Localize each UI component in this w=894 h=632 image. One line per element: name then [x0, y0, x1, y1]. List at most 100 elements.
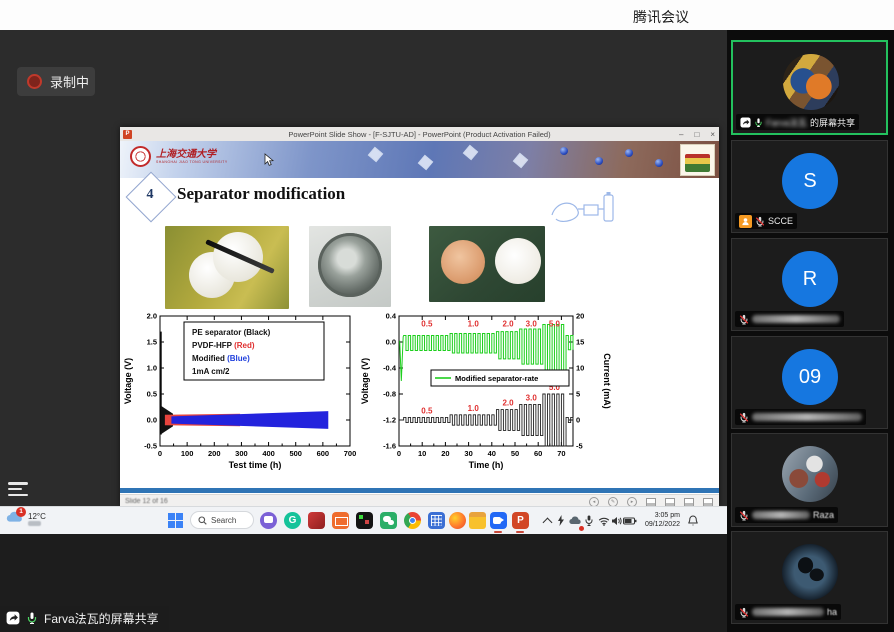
microphone-tray-icon[interactable] [585, 507, 593, 534]
participant-tile[interactable]: S SCCE [731, 140, 888, 233]
microphone-muted-icon [739, 510, 749, 521]
svg-text:3.0: 3.0 [526, 319, 538, 328]
clock[interactable]: 3:05 pm 09/12/2022 [636, 512, 680, 529]
lab-logo [680, 144, 715, 176]
svg-text:5.0: 5.0 [549, 319, 561, 328]
svg-text:15: 15 [576, 338, 584, 347]
participant-label: ha [735, 604, 841, 620]
chat-app-icon[interactable] [260, 512, 277, 529]
avatar: 09 [782, 349, 838, 405]
restore-button[interactable]: □ [694, 130, 699, 139]
origin-app-icon[interactable] [332, 512, 349, 529]
participant-name: Raza [813, 510, 834, 520]
start-button[interactable] [168, 513, 183, 528]
svg-text:Modified separator-rate: Modified separator-rate [455, 374, 538, 383]
wifi-icon[interactable] [598, 507, 610, 534]
participant-tile[interactable]: 09 [731, 336, 888, 429]
microphone-muted-icon [739, 412, 749, 423]
svg-text:3.0: 3.0 [526, 393, 538, 402]
grid-app-icon[interactable] [428, 512, 445, 529]
svg-text:0.5: 0.5 [421, 406, 433, 415]
tencent-meeting-window: 腾讯会议 录制中 P PowerPoint Slide Show - [F-SJ… [0, 0, 894, 632]
firefox-icon[interactable] [449, 512, 466, 529]
powerpoint-taskbar-icon[interactable]: P [512, 512, 529, 529]
onedrive-sync-icon[interactable] [569, 507, 582, 534]
svg-text:1.5: 1.5 [147, 338, 157, 347]
powerpoint-window[interactable]: P PowerPoint Slide Show - [F-SJTU-AD] - … [120, 127, 719, 507]
windows-taskbar: 1 12°C Search G [0, 506, 727, 534]
ppt-titlebar[interactable]: P PowerPoint Slide Show - [F-SJTU-AD] - … [120, 127, 719, 141]
participant-tile[interactable]: R [731, 238, 888, 331]
participant-label: Farva法瓦 的屏幕共享 [736, 114, 859, 130]
avatar: S [782, 153, 838, 209]
grammarly-icon[interactable]: G [284, 512, 301, 529]
section-number-shape: 4 [128, 174, 172, 218]
photo-separator-tweezers [165, 226, 289, 309]
tencent-meeting-icon[interactable] [490, 512, 507, 529]
menu-icon[interactable] [8, 482, 28, 496]
svg-text:0.5: 0.5 [147, 390, 157, 399]
participant-name-redacted: Farva法瓦 [766, 116, 807, 129]
svg-text:-0.8: -0.8 [383, 390, 396, 399]
participant-label: Raza [735, 507, 838, 523]
avatar [782, 544, 838, 600]
avatar [782, 446, 838, 502]
participant-tile-sharer[interactable]: Farva法瓦 的屏幕共享 [731, 40, 888, 135]
notification-bell-icon[interactable] [688, 507, 698, 534]
sharer-name: Farva法瓦的屏幕共享 [44, 610, 159, 627]
chrome-icon[interactable] [404, 512, 421, 529]
screen-share-banner: Farva法瓦的屏幕共享 [0, 606, 169, 630]
photo-coated-disc [309, 226, 391, 307]
section-number: 4 [128, 187, 172, 203]
participant-tile[interactable]: ha [731, 531, 888, 624]
recording-label: 录制中 [50, 72, 89, 91]
screen-share-icon [740, 117, 751, 128]
svg-text:0.4: 0.4 [386, 312, 397, 321]
search-box[interactable]: Search [190, 511, 254, 529]
svg-text:5: 5 [576, 390, 580, 399]
svg-text:1mA cm/2: 1mA cm/2 [192, 367, 230, 376]
tray-expand-chevron-icon[interactable] [544, 507, 551, 534]
svg-text:Modified (Blue): Modified (Blue) [192, 354, 250, 363]
battery-icon[interactable] [623, 507, 637, 534]
recording-badge[interactable]: 录制中 [17, 67, 95, 96]
powerpoint-icon: P [123, 130, 132, 139]
notification-badge: 1 [16, 507, 26, 517]
participant-label: SCCE [735, 213, 797, 229]
weather-widget[interactable]: 1 12°C [6, 510, 46, 528]
svg-text:1.0: 1.0 [468, 319, 480, 328]
power-mode-icon[interactable] [557, 507, 565, 534]
participant-tile[interactable]: Raza [731, 433, 888, 527]
svg-text:10: 10 [418, 449, 426, 458]
svg-text:200: 200 [208, 449, 221, 458]
microphone-active-icon [754, 117, 763, 128]
slide-title: Separator modification [177, 184, 345, 204]
svg-text:-0.4: -0.4 [383, 364, 397, 373]
search-label: Search [211, 516, 236, 525]
svg-text:1.0: 1.0 [468, 404, 480, 413]
ppt-window-title: PowerPoint Slide Show - [F-SJTU-AD] - Po… [120, 130, 719, 139]
avatar [783, 54, 839, 110]
svg-text:-0.5: -0.5 [144, 442, 157, 451]
meeting-title: 腾讯会议 [633, 7, 689, 27]
university-logo: 上海交通大学 SHANGHAI JIAO TONG UNIVERSITY [130, 146, 228, 167]
microphone-muted-icon [739, 607, 749, 618]
minimize-button[interactable]: – [679, 130, 683, 139]
speaker-icon[interactable] [611, 507, 623, 534]
svg-text:PE separator (Black): PE separator (Black) [192, 328, 271, 337]
svg-text:50: 50 [511, 449, 519, 458]
battery-sketch-decoration [548, 187, 616, 231]
voltage-time-chart: 0100200300400500600700-0.50.00.51.01.52.… [122, 308, 359, 489]
svg-text:700: 700 [344, 449, 357, 458]
red-app-icon[interactable] [308, 512, 325, 529]
svg-text:30: 30 [464, 449, 472, 458]
svg-text:0: 0 [158, 449, 162, 458]
svg-text:300: 300 [235, 449, 248, 458]
file-explorer-icon[interactable] [469, 512, 486, 529]
screen-share-icon [6, 611, 20, 625]
host-badge-icon [739, 215, 752, 228]
close-button[interactable]: × [710, 130, 715, 139]
meeting-titlebar: 腾讯会议 [0, 0, 894, 31]
terminal-app-icon[interactable] [356, 512, 373, 529]
wechat-icon[interactable] [380, 512, 397, 529]
